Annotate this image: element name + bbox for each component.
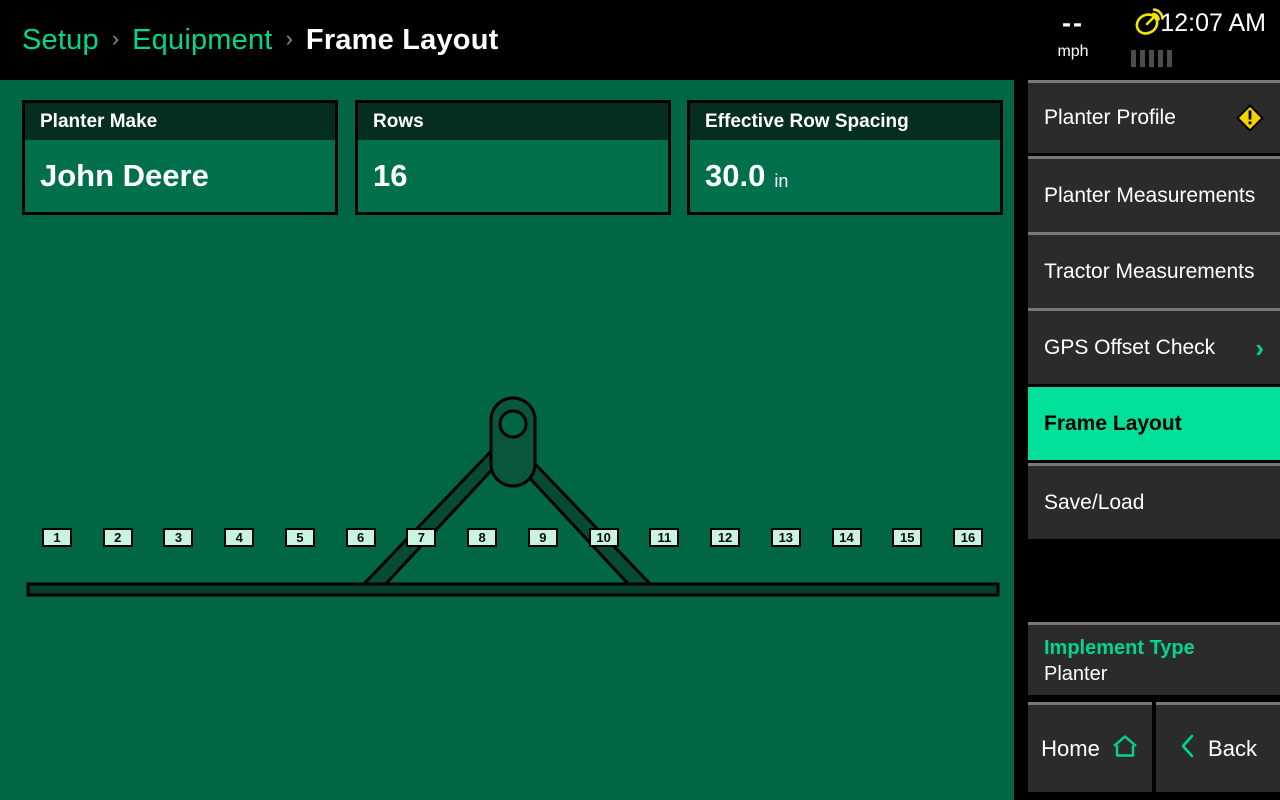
card-header: Planter Make [25,103,335,140]
sidebar-item-planter-profile[interactable]: Planter Profile [1028,80,1280,153]
implement-type-value: Planter [1044,663,1108,685]
row-unit-marker[interactable]: 6 [345,528,376,547]
sidebar-item-label: Frame Layout [1044,411,1182,435]
card-body: 30.0 in [690,140,1000,212]
sidebar-item-label: Tractor Measurements [1044,259,1255,283]
row-unit-marker[interactable]: 10 [588,528,619,547]
main-content: Planter Make John Deere Rows 16 Effectiv… [0,80,1014,800]
speed-indicator: -- mph [1038,10,1108,62]
speed-unit-label: mph [1057,43,1089,60]
card-title: Effective Row Spacing [705,110,909,132]
chevron-right-icon: › [1255,332,1264,363]
card-title: Planter Make [40,110,158,132]
home-button[interactable]: Home [1028,702,1152,792]
card-header: Rows [358,103,668,140]
page-title: Frame Layout [305,23,499,56]
breadcrumb-separator-icon: › [285,26,293,51]
row-unit-marker[interactable]: 3 [163,528,194,547]
row-unit-marker[interactable]: 8 [467,528,498,547]
breadcrumb-item-setup[interactable]: Setup [22,24,99,57]
card-value: 30.0 [705,158,766,193]
status-cluster: -- mph 12:07 AM [1020,0,1280,80]
row-unit-marker[interactable]: 9 [527,528,558,547]
card-value: 16 [373,158,408,193]
row-unit-marker[interactable]: 14 [831,528,862,547]
planter-frame-diagram [26,396,1000,597]
back-button-label: Back [1208,735,1257,761]
sidebar-item-label: GPS Offset Check [1044,335,1216,359]
card-header: Effective Row Spacing [690,103,1000,140]
hitch-pin-hole [498,409,528,439]
speed-value: -- [1062,8,1084,38]
row-unit-marker[interactable]: 13 [770,528,801,547]
planter-setup-screen: Setup › Equipment › Frame Layout -- mph [0,0,1280,800]
sidebar-item-label: Save/Load [1044,490,1145,514]
card-planter-make[interactable]: Planter Make John Deere [22,100,338,215]
card-title: Rows [373,110,424,132]
clock: 12:07 AM [1160,9,1266,37]
back-button[interactable]: Back [1156,702,1280,792]
signal-bar [1148,50,1154,67]
header-bar: Setup › Equipment › Frame Layout -- mph [0,0,1280,80]
sidebar-item-save-load[interactable]: Save/Load [1028,463,1280,539]
card-body: 16 [358,140,668,212]
row-unit-marker[interactable]: 12 [710,528,741,547]
card-unit: in [774,170,789,191]
implement-type-label: Implement Type [1044,637,1195,659]
breadcrumb-item-equipment[interactable]: Equipment [132,24,272,57]
row-unit-marker[interactable]: 16 [953,528,983,547]
sidebar-item-label: Planter Measurements [1044,183,1256,207]
breadcrumb-separator-icon: › [111,26,120,51]
card-rows[interactable]: Rows 16 [355,100,671,215]
sidebar-item-gps-offset-check[interactable]: GPS Offset Check › [1028,308,1280,384]
chevron-left-icon [1179,732,1197,765]
signal-bar [1166,50,1172,67]
signal-strength-bars [1108,50,1194,67]
toolbar-bar [26,582,1000,597]
card-effective-row-spacing[interactable]: Effective Row Spacing 30.0 in [687,100,1003,215]
home-button-label: Home [1041,735,1100,761]
signal-bar [1139,50,1145,67]
card-value: John Deere [40,158,209,193]
card-body: John Deere [25,140,335,212]
row-unit-marker[interactable]: 11 [649,528,680,547]
sidebar-menu: Planter Profile Planter Measurements Tra… [1014,80,1280,800]
row-unit-markers: 1 2 3 4 5 6 7 8 9 10 11 12 13 14 15 16 [0,528,1014,558]
row-unit-marker[interactable]: 15 [892,528,923,547]
implement-type-panel[interactable]: Implement Type Planter [1028,622,1280,695]
sidebar-item-planter-measurements[interactable]: Planter Measurements [1028,156,1280,232]
signal-bar [1157,50,1163,67]
row-unit-marker[interactable]: 2 [102,528,133,547]
sidebar-item-label: Planter Profile [1044,106,1176,129]
warning-diamond-icon [1236,104,1264,132]
home-icon [1111,733,1139,764]
breadcrumb: Setup › Equipment › Frame Layout [22,0,498,80]
sidebar-item-frame-layout[interactable]: Frame Layout [1028,384,1280,460]
row-unit-marker[interactable]: 1 [42,528,72,547]
signal-bar [1130,50,1136,67]
row-unit-marker[interactable]: 7 [406,528,437,547]
sidebar-item-tractor-measurements[interactable]: Tractor Measurements [1028,232,1280,308]
row-unit-marker[interactable]: 5 [284,528,315,547]
row-unit-marker[interactable]: 4 [224,528,255,547]
